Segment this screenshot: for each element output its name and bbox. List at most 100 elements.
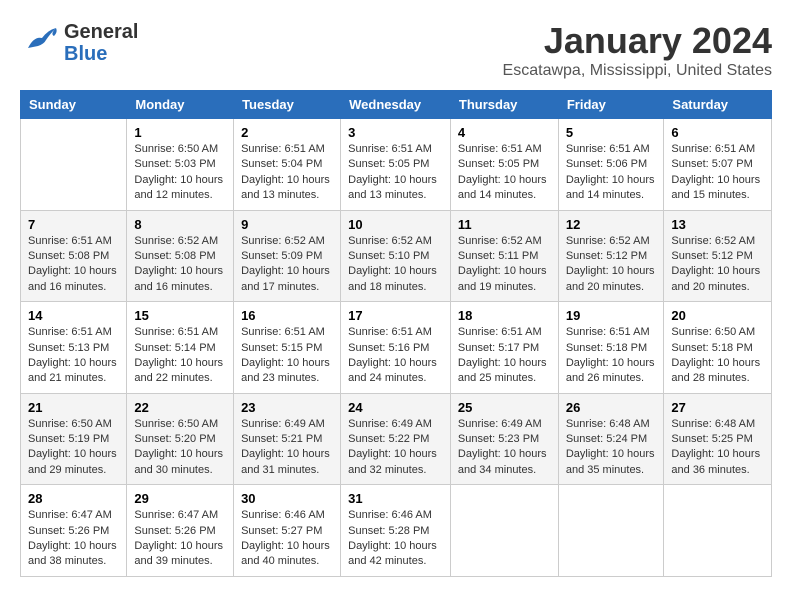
day-number: 12 — [566, 217, 657, 232]
day-cell: 31 Sunrise: 6:46 AMSunset: 5:28 PMDayligh… — [341, 485, 451, 577]
day-info: Sunrise: 6:48 AMSunset: 5:24 PMDaylight:… — [566, 417, 657, 479]
day-cell: 21 Sunrise: 6:50 AMSunset: 5:19 PMDayligh… — [21, 393, 127, 485]
day-number: 31 — [348, 491, 443, 506]
day-info: Sunrise: 6:46 AMSunset: 5:27 PMDaylight:… — [241, 508, 333, 570]
day-cell: 12 Sunrise: 6:52 AMSunset: 5:12 PMDayligh… — [558, 210, 664, 302]
day-number: 21 — [28, 400, 119, 415]
weekday-header-thursday: Thursday — [450, 91, 558, 119]
day-cell: 28Sunrise: 6:47 AMSunset: 5:26 PMDayligh… — [21, 485, 127, 577]
day-info: Sunrise: 6:51 AMSunset: 5:18 PMDaylight:… — [566, 325, 657, 387]
week-row-2: 7 Sunrise: 6:51 AMSunset: 5:08 PMDaylight… — [21, 210, 772, 302]
day-cell: 9 Sunrise: 6:52 AMSunset: 5:09 PMDaylight… — [234, 210, 341, 302]
day-number: 22 — [134, 400, 226, 415]
weekday-header-saturday: Saturday — [664, 91, 772, 119]
day-cell: 27 Sunrise: 6:48 AMSunset: 5:25 PMDayligh… — [664, 393, 772, 485]
day-cell: 16 Sunrise: 6:51 AMSunset: 5:15 PMDayligh… — [234, 302, 341, 394]
day-info: Sunrise: 6:51 AMSunset: 5:08 PMDaylight:… — [28, 234, 119, 296]
title-area: January 2024 Escatawpa, Mississippi, Uni… — [503, 20, 772, 80]
day-cell: 18 Sunrise: 6:51 AMSunset: 5:17 PMDayligh… — [450, 302, 558, 394]
day-info: Sunrise: 6:46 AMSunset: 5:28 PMDaylight:… — [348, 508, 443, 570]
week-row-5: 28Sunrise: 6:47 AMSunset: 5:26 PMDayligh… — [21, 485, 772, 577]
day-cell: 6 Sunrise: 6:51 AMSunset: 5:07 PMDaylight… — [664, 119, 772, 211]
day-cell: 4Sunrise: 6:51 AMSunset: 5:05 PMDaylight… — [450, 119, 558, 211]
day-cell: 5 Sunrise: 6:51 AMSunset: 5:06 PMDaylight… — [558, 119, 664, 211]
day-cell: 29Sunrise: 6:47 AMSunset: 5:26 PMDayligh… — [127, 485, 234, 577]
day-cell: 11 Sunrise: 6:52 AMSunset: 5:11 PMDayligh… — [450, 210, 558, 302]
day-number: 23 — [241, 400, 333, 415]
day-cell: 8Sunrise: 6:52 AMSunset: 5:08 PMDaylight… — [127, 210, 234, 302]
day-cell: 26Sunrise: 6:48 AMSunset: 5:24 PMDayligh… — [558, 393, 664, 485]
day-number: 14 — [28, 308, 119, 323]
day-number: 1 — [134, 125, 226, 140]
day-info: Sunrise: 6:52 AMSunset: 5:11 PMDaylight:… — [458, 234, 551, 296]
day-info: Sunrise: 6:50 AMSunset: 5:19 PMDaylight:… — [28, 417, 119, 479]
day-number: 17 — [348, 308, 443, 323]
logo: General Blue — [20, 20, 138, 65]
weekday-header-sunday: Sunday — [21, 91, 127, 119]
day-info: Sunrise: 6:51 AMSunset: 5:05 PMDaylight:… — [348, 142, 443, 204]
day-number: 19 — [566, 308, 657, 323]
day-cell: 20 Sunrise: 6:50 AMSunset: 5:18 PMDayligh… — [664, 302, 772, 394]
day-number: 5 — [566, 125, 657, 140]
week-row-1: 1 Sunrise: 6:50 AMSunset: 5:03 PMDaylight… — [21, 119, 772, 211]
day-cell: 22Sunrise: 6:50 AMSunset: 5:20 PMDayligh… — [127, 393, 234, 485]
day-number: 13 — [671, 217, 764, 232]
day-info: Sunrise: 6:48 AMSunset: 5:25 PMDaylight:… — [671, 417, 764, 479]
day-number: 18 — [458, 308, 551, 323]
calendar-table: SundayMondayTuesdayWednesdayThursdayFrid… — [20, 90, 772, 577]
weekday-header-tuesday: Tuesday — [234, 91, 341, 119]
day-info: Sunrise: 6:49 AMSunset: 5:21 PMDaylight:… — [241, 417, 333, 479]
day-cell: 7 Sunrise: 6:51 AMSunset: 5:08 PMDaylight… — [21, 210, 127, 302]
day-info: Sunrise: 6:51 AMSunset: 5:15 PMDaylight:… — [241, 325, 333, 387]
day-cell: 10Sunrise: 6:52 AMSunset: 5:10 PMDayligh… — [341, 210, 451, 302]
day-number: 9 — [241, 217, 333, 232]
day-info: Sunrise: 6:51 AMSunset: 5:17 PMDaylight:… — [458, 325, 551, 387]
day-cell: 15Sunrise: 6:51 AMSunset: 5:14 PMDayligh… — [127, 302, 234, 394]
day-cell — [21, 119, 127, 211]
logo-text: General Blue — [64, 21, 138, 65]
weekday-header-row: SundayMondayTuesdayWednesdayThursdayFrid… — [21, 91, 772, 119]
day-info: Sunrise: 6:51 AMSunset: 5:04 PMDaylight:… — [241, 142, 333, 204]
day-info: Sunrise: 6:52 AMSunset: 5:12 PMDaylight:… — [566, 234, 657, 296]
day-info: Sunrise: 6:50 AMSunset: 5:18 PMDaylight:… — [671, 325, 764, 387]
day-number: 3 — [348, 125, 443, 140]
day-number: 6 — [671, 125, 764, 140]
day-cell: 2Sunrise: 6:51 AMSunset: 5:04 PMDaylight… — [234, 119, 341, 211]
header: General Blue January 2024 Escatawpa, Mis… — [20, 20, 772, 80]
day-info: Sunrise: 6:51 AMSunset: 5:14 PMDaylight:… — [134, 325, 226, 387]
day-number: 30 — [241, 491, 333, 506]
week-row-3: 14 Sunrise: 6:51 AMSunset: 5:13 PMDayligh… — [21, 302, 772, 394]
day-info: Sunrise: 6:47 AMSunset: 5:26 PMDaylight:… — [28, 508, 119, 570]
day-number: 16 — [241, 308, 333, 323]
weekday-header-wednesday: Wednesday — [341, 91, 451, 119]
day-number: 29 — [134, 491, 226, 506]
weekday-header-friday: Friday — [558, 91, 664, 119]
day-cell: 3 Sunrise: 6:51 AMSunset: 5:05 PMDaylight… — [341, 119, 451, 211]
day-info: Sunrise: 6:51 AMSunset: 5:06 PMDaylight:… — [566, 142, 657, 204]
day-info: Sunrise: 6:52 AMSunset: 5:08 PMDaylight:… — [134, 234, 226, 296]
day-info: Sunrise: 6:52 AMSunset: 5:09 PMDaylight:… — [241, 234, 333, 296]
week-row-4: 21 Sunrise: 6:50 AMSunset: 5:19 PMDayligh… — [21, 393, 772, 485]
day-cell: 24Sunrise: 6:49 AMSunset: 5:22 PMDayligh… — [341, 393, 451, 485]
weekday-header-monday: Monday — [127, 91, 234, 119]
location-title: Escatawpa, Mississippi, United States — [503, 62, 772, 80]
day-info: Sunrise: 6:51 AMSunset: 5:05 PMDaylight:… — [458, 142, 551, 204]
day-cell — [450, 485, 558, 577]
day-info: Sunrise: 6:50 AMSunset: 5:03 PMDaylight:… — [134, 142, 226, 204]
day-info: Sunrise: 6:49 AMSunset: 5:22 PMDaylight:… — [348, 417, 443, 479]
day-number: 20 — [671, 308, 764, 323]
day-number: 11 — [458, 217, 551, 232]
day-cell: 30 Sunrise: 6:46 AMSunset: 5:27 PMDayligh… — [234, 485, 341, 577]
day-info: Sunrise: 6:51 AMSunset: 5:16 PMDaylight:… — [348, 325, 443, 387]
day-number: 7 — [28, 217, 119, 232]
day-info: Sunrise: 6:52 AMSunset: 5:12 PMDaylight:… — [671, 234, 764, 296]
day-info: Sunrise: 6:51 AMSunset: 5:07 PMDaylight:… — [671, 142, 764, 204]
day-cell: 14 Sunrise: 6:51 AMSunset: 5:13 PMDayligh… — [21, 302, 127, 394]
day-info: Sunrise: 6:52 AMSunset: 5:10 PMDaylight:… — [348, 234, 443, 296]
day-cell: 23 Sunrise: 6:49 AMSunset: 5:21 PMDayligh… — [234, 393, 341, 485]
day-cell — [558, 485, 664, 577]
day-info: Sunrise: 6:51 AMSunset: 5:13 PMDaylight:… — [28, 325, 119, 387]
day-info: Sunrise: 6:49 AMSunset: 5:23 PMDaylight:… — [458, 417, 551, 479]
logo-icon — [20, 20, 60, 65]
day-number: 27 — [671, 400, 764, 415]
